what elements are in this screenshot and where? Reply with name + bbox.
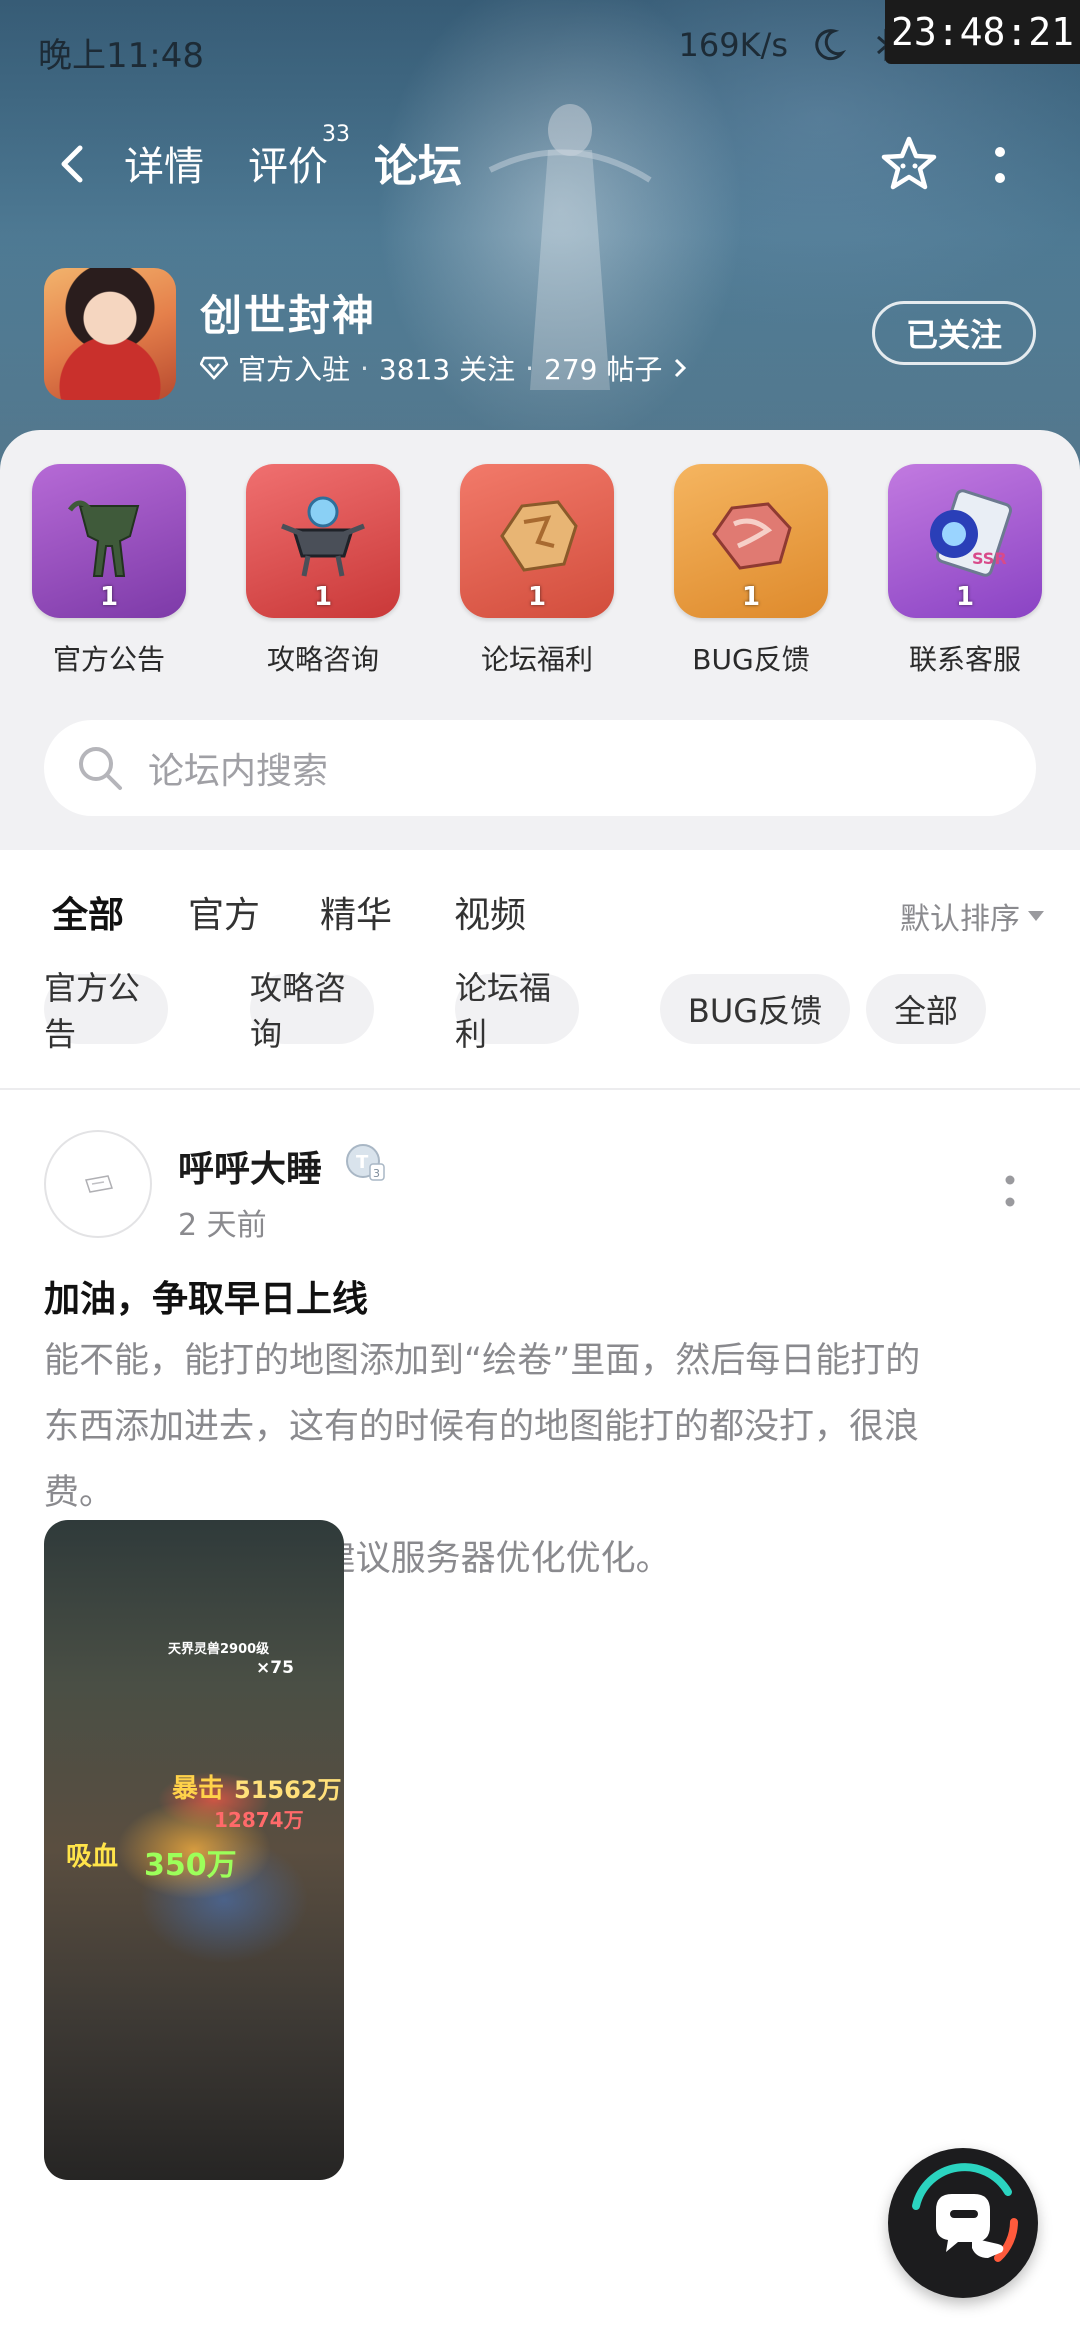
feed-tab-official[interactable]: 官方 xyxy=(188,886,260,938)
meat-stone-icon: 1 xyxy=(674,464,828,618)
svg-text:3: 3 xyxy=(373,1167,380,1180)
feed-tab-all[interactable]: 全部 xyxy=(52,886,125,942)
chip-bug-report[interactable]: BUG反馈 xyxy=(660,974,850,1044)
category-label: 论坛福利 xyxy=(480,643,593,676)
author-avatar[interactable] xyxy=(44,1130,152,1238)
chip-all[interactable]: 全部 xyxy=(866,974,986,1044)
post-more-icon[interactable] xyxy=(1004,1172,1016,1212)
category-customer-service[interactable]: SSR 1 联系客服 xyxy=(888,464,1042,678)
overlay-clock: 23:48:21 xyxy=(885,0,1080,64)
search-icon xyxy=(79,747,122,790)
game-meta[interactable]: 官方入驻 · 3813 关注 · 279 帖子 xyxy=(200,348,688,388)
chip-forum-welfare[interactable]: 论坛福利 xyxy=(455,969,579,1053)
post-title: 加油，争取早日上线 xyxy=(44,1279,369,1320)
chevron-right-icon xyxy=(675,358,687,378)
tab-details[interactable]: 详情 xyxy=(124,134,204,192)
ore-stone-icon: 1 xyxy=(460,464,614,618)
forum-feed: 全部 官方 精华 视频 默认排序 官方公告 攻略咨询 论坛福利 BUG反馈 全部… xyxy=(0,850,1080,2340)
game-name: 创世封神 xyxy=(200,291,377,340)
network-speed: 169K/s xyxy=(678,26,788,64)
status-time: 晚上11:48 xyxy=(38,36,204,76)
post-body-line: 费。 xyxy=(44,1473,115,1513)
forum-search-bar[interactable]: 论坛内搜索 xyxy=(44,720,1036,816)
category-shortcuts: 1 官方公告 1 攻略咨询 1 论坛福利 1 BUG反馈 SSR 1 联系客服 xyxy=(0,464,1080,684)
post-body-line: 东西添加进去，这有的时候有的地图能打的都没打，很浪 xyxy=(44,1407,920,1447)
chat-bubble-icon xyxy=(912,2163,1018,2262)
more-options-icon[interactable] xyxy=(990,144,1010,188)
category-label: BUG反馈 xyxy=(692,643,810,676)
category-strategy-consult[interactable]: 1 攻略咨询 xyxy=(246,464,400,678)
category-label: 攻略咨询 xyxy=(266,643,379,676)
post-time: 2 天前 xyxy=(178,1208,267,1243)
tab-reviews[interactable]: 评价 xyxy=(248,134,328,192)
top-navigation: 详情 评价 33 论坛 xyxy=(0,120,1080,210)
category-bug-report[interactable]: 1 BUG反馈 xyxy=(674,464,828,678)
post-screenshot-image[interactable]: 天界灵兽2900级 ×75 暴击 51562万 12874万 吸血 350万 xyxy=(44,1520,344,2180)
screenshot-multiplier: ×75 xyxy=(256,1658,294,1678)
category-label: 官方公告 xyxy=(52,643,165,676)
feed-tab-featured[interactable]: 精华 xyxy=(320,886,392,938)
follow-button[interactable]: 已关注 xyxy=(872,301,1036,365)
game-logo[interactable] xyxy=(44,268,176,400)
reviews-count-badge: 33 xyxy=(322,122,350,147)
screenshot-boss-name: 天界灵兽2900级 xyxy=(168,1642,270,1657)
followers-count: 3813 关注 xyxy=(378,353,516,386)
moon-icon xyxy=(815,29,846,61)
search-placeholder: 论坛内搜索 xyxy=(148,751,329,792)
feed-tab-video[interactable]: 视频 xyxy=(454,886,526,938)
screenshot-damage-2: 350万 xyxy=(144,1848,237,1883)
category-official-announcement[interactable]: 1 官方公告 xyxy=(32,464,186,678)
verified-label: 官方入驻 xyxy=(238,353,351,386)
chat-fab[interactable] xyxy=(888,2148,1038,2298)
screenshot-crit: 暴击 xyxy=(172,1774,225,1804)
sort-dropdown[interactable]: 默认排序 xyxy=(900,894,1044,938)
screenshot-lifesteal: 吸血 xyxy=(66,1842,119,1872)
bronze-vessel-icon: 1 xyxy=(32,464,186,618)
screenshot-damage-1: 51562万 xyxy=(234,1776,342,1804)
section-divider xyxy=(0,1088,1080,1090)
category-forum-welfare[interactable]: 1 论坛福利 xyxy=(460,464,614,678)
svg-text:T: T xyxy=(356,1152,369,1173)
chip-official-announcement[interactable]: 官方公告 xyxy=(44,969,168,1053)
author-name[interactable]: 呼呼大睡 xyxy=(178,1140,322,1192)
tab-forum[interactable]: 论坛 xyxy=(374,130,462,200)
sort-label: 默认排序 xyxy=(900,902,1020,937)
screenshot-damage-3: 12874万 xyxy=(214,1808,304,1832)
category-label: 联系客服 xyxy=(908,643,1021,676)
post-body-line: 能不能，能打的地图添加到“绘卷”里面，然后每日能打的 xyxy=(44,1341,921,1381)
favorite-star-icon[interactable] xyxy=(878,134,940,196)
user-level-badge-icon: T3 xyxy=(346,1144,385,1181)
verified-diamond-icon xyxy=(200,356,228,380)
ssr-card-icon: SSR 1 xyxy=(888,464,1042,618)
chip-strategy-consult[interactable]: 攻略咨询 xyxy=(250,969,374,1053)
posts-count: 279 帖子 xyxy=(544,353,663,386)
back-arrow-icon[interactable] xyxy=(52,142,96,186)
crystal-cauldron-icon: 1 xyxy=(246,464,400,618)
svg-text:SSR: SSR xyxy=(972,549,1007,568)
caret-down-icon xyxy=(1028,911,1044,921)
